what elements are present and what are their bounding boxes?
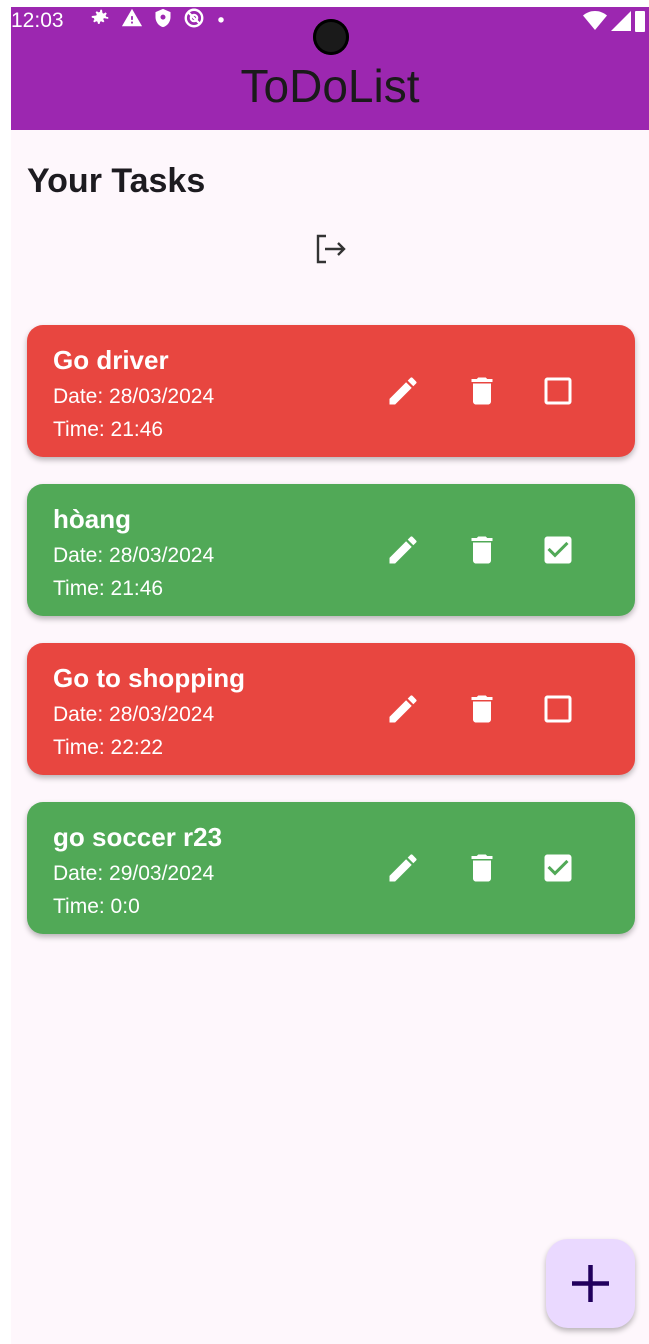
plus-icon [572,1265,609,1302]
at-circle-icon [184,8,204,28]
checkbox-empty-icon [540,377,576,413]
complete-checkbox[interactable] [540,532,576,568]
delete-task-button[interactable] [464,691,500,727]
task-time: Time: 21:46 [53,418,164,441]
task-date: Date: 28/03/2024 [53,385,215,408]
pencil-icon [385,377,421,413]
task-date: Date: 28/03/2024 [53,703,215,726]
cell-signal-icon [611,11,631,31]
logout-button[interactable] [312,229,352,269]
checkbox-checked-icon [540,536,576,572]
edit-task-button[interactable] [385,532,421,568]
logout-icon [316,234,346,264]
battery-icon [635,11,645,32]
add-task-button[interactable] [546,1239,635,1328]
complete-checkbox[interactable] [540,691,576,727]
screen: 12:03 ToDoList Your Tasks Go driver Date:… [11,7,649,1344]
edit-task-button[interactable] [385,373,421,409]
task-card[interactable]: hòang Date: 28/03/2024 Time: 21:46 [27,484,635,616]
task-title: Go to shopping [53,663,246,693]
delete-task-button[interactable] [464,532,500,568]
trash-icon [464,695,500,731]
settings-icon [91,9,109,24]
page-title: Your Tasks [27,162,206,200]
task-time: Time: 22:22 [53,736,164,759]
task-title: hòang [53,504,131,534]
task-time: Time: 0:0 [53,895,140,918]
task-title: go soccer r23 [53,822,223,852]
complete-checkbox[interactable] [540,850,576,886]
task-card[interactable]: Go driver Date: 28/03/2024 Time: 21:46 [27,325,635,457]
task-card[interactable]: go soccer r23 Date: 29/03/2024 Time: 0:0 [27,802,635,934]
delete-task-button[interactable] [464,850,500,886]
delete-task-button[interactable] [464,373,500,409]
pencil-icon [385,854,421,890]
trash-icon [464,377,500,413]
edit-task-button[interactable] [385,691,421,727]
dot-icon [218,17,224,23]
checkbox-checked-icon [540,854,576,890]
task-date: Date: 28/03/2024 [53,544,215,567]
shield-icon [155,8,171,28]
wifi-icon [583,11,607,30]
task-date: Date: 29/03/2024 [53,862,215,885]
task-time: Time: 21:46 [53,577,164,600]
complete-checkbox[interactable] [540,373,576,409]
trash-icon [464,536,500,572]
task-title: Go driver [53,345,169,375]
app-title: ToDoList [240,60,420,112]
status-time: 12:03 [11,9,64,32]
checkbox-empty-icon [540,695,576,731]
app-bar: 12:03 ToDoList [11,7,649,130]
pencil-icon [385,695,421,731]
task-card[interactable]: Go to shopping Date: 28/03/2024 Time: 22:2… [27,643,635,775]
edit-task-button[interactable] [385,850,421,886]
trash-icon [464,854,500,890]
front-camera [313,19,349,55]
warning-icon [121,8,143,27]
pencil-icon [385,536,421,572]
